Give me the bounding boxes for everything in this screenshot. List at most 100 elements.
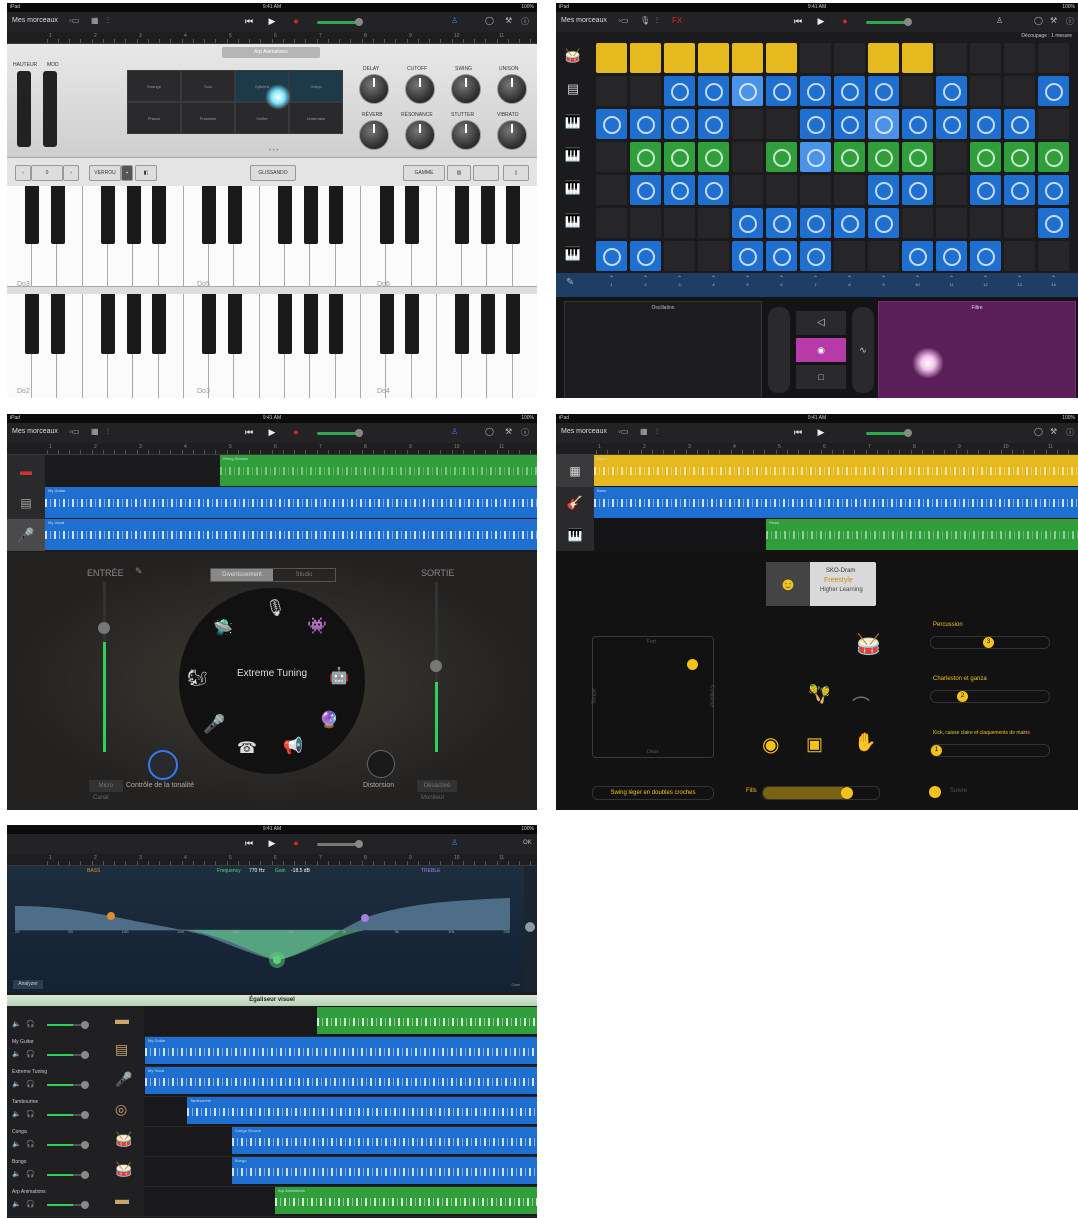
loop-cell[interactable] [664, 43, 695, 73]
mixer-icon[interactable]: ⫶ [656, 16, 658, 26]
black-key[interactable] [455, 186, 470, 244]
column-trigger-button[interactable]: ⌃ 10 [902, 275, 933, 295]
column-trigger-button[interactable]: ⌃ 12 [970, 275, 1001, 295]
loop-cell[interactable] [732, 76, 763, 106]
loop-cell[interactable] [698, 241, 729, 271]
loop-cell[interactable] [936, 208, 967, 238]
master-volume-slider[interactable] [317, 840, 363, 848]
track-volume-slider[interactable] [47, 1081, 89, 1089]
instrument-row-icon[interactable]: 🥁 [562, 48, 584, 68]
fx-slider-left[interactable] [768, 307, 790, 393]
lock-button[interactable]: VERROU [89, 165, 121, 181]
record-button[interactable]: ● [289, 426, 303, 439]
drummer-card[interactable]: ☻ SKO-Dram Freestyle Higher Learning [766, 562, 876, 606]
column-trigger-button[interactable]: ⌃ 13 [1004, 275, 1035, 295]
black-key[interactable] [126, 294, 141, 355]
stop-icon[interactable]: □ [796, 365, 846, 389]
column-trigger-button[interactable]: ⌃ 7 [800, 275, 831, 295]
track-header[interactable]: Conga 🔈 🎧 🥁 [7, 1126, 144, 1156]
track-volume-slider[interactable] [47, 1201, 89, 1209]
track-row[interactable]: 🎤 My Vocal [7, 519, 537, 551]
metronome-icon[interactable]: ♙ [996, 16, 1003, 25]
loop-cell[interactable] [970, 43, 1001, 73]
cymbal-kit-icon[interactable]: ⌒ [852, 692, 870, 718]
column-trigger-button[interactable]: ⌃ 5 [732, 275, 763, 295]
mute-icon[interactable]: 🔈 [12, 1170, 21, 1178]
play-button[interactable]: ▶ [265, 15, 279, 28]
track-volume-slider[interactable] [47, 1021, 89, 1029]
loop-cell[interactable] [936, 76, 967, 106]
loop-cell[interactable] [902, 208, 933, 238]
delay-knob[interactable] [359, 74, 389, 104]
mute-icon[interactable]: 🔈 [12, 1050, 21, 1058]
track-row[interactable]: 🎸 Bass [556, 487, 1078, 519]
instrument-row-icon[interactable]: 🎹 [562, 147, 584, 167]
octave-up-button[interactable]: › [63, 165, 79, 181]
effect-wheel[interactable]: Extreme Tuning 🎙 🛸 👾 🐿 🤖 🔮 ☎ 📢 🎤 [179, 588, 365, 774]
my-songs-button[interactable]: Mes morceaux [561, 428, 607, 435]
track-header[interactable]: My Guitar 🔈 🎧 ▤ [7, 1036, 144, 1066]
master-volume-slider[interactable] [317, 18, 363, 26]
loop-cell[interactable] [596, 208, 627, 238]
headphones-icon[interactable]: 🎧 [26, 1200, 35, 1208]
hihat-slider[interactable]: 2 [930, 690, 1050, 703]
loop-cell[interactable] [1038, 109, 1069, 139]
loop-cell[interactable] [936, 142, 967, 172]
loop-cell[interactable] [1004, 241, 1035, 271]
loop-cell[interactable] [800, 208, 831, 238]
black-key[interactable] [101, 294, 116, 355]
stutter-knob[interactable] [451, 120, 481, 150]
megaphone-effect-icon[interactable]: 📢 [283, 736, 303, 756]
metronome-icon[interactable]: ♙ [451, 16, 458, 25]
loop-cell[interactable] [732, 175, 763, 205]
monitor-button[interactable]: Désactivé [417, 780, 457, 792]
track-volume-slider[interactable] [47, 1051, 89, 1059]
column-trigger-button[interactable]: ⌃ 4 [698, 275, 729, 295]
loop-cell[interactable] [868, 109, 899, 139]
metronome-icon[interactable]: ♙ [451, 427, 458, 436]
telephone-effect-icon[interactable]: ☎ [237, 738, 257, 758]
loop-cell[interactable] [834, 175, 865, 205]
reverb-knob[interactable] [359, 120, 389, 150]
browser-icon[interactable]: ◦▭ [618, 16, 628, 25]
headphones-icon[interactable]: 🎧 [26, 1110, 35, 1118]
record-button[interactable]: ● [838, 15, 852, 28]
settings-wrench-icon[interactable]: ⚒ [505, 16, 512, 25]
instrument-row-icon[interactable]: 🎹 [562, 213, 584, 233]
loop-cell[interactable] [596, 142, 627, 172]
column-trigger-button[interactable]: ⌃ 2 [630, 275, 661, 295]
black-key[interactable] [506, 294, 520, 355]
robot-effect-icon[interactable]: 🤖 [329, 666, 349, 686]
track-row[interactable]: My Guitar 🔈 🎧 ▤ My Guitar [7, 1036, 537, 1067]
black-key[interactable] [278, 294, 293, 355]
instrument-row-icon[interactable]: 🎹 [562, 114, 584, 134]
lock-icon[interactable]: ▪ [121, 165, 133, 181]
eq-graph[interactable]: BASS Frequency 770 Hz Gain -18.5 dB TREB… [7, 866, 524, 992]
instrument-row-icon[interactable]: ▤ [562, 81, 584, 101]
loop-cell[interactable] [1038, 241, 1069, 271]
velocity-icon[interactable]: ▯ [503, 165, 529, 181]
loop-cell[interactable] [698, 109, 729, 139]
mute-icon[interactable]: 🔈 [12, 1110, 21, 1118]
output-gain-slider[interactable] [524, 866, 537, 992]
help-icon[interactable]: ⓘ [521, 427, 529, 438]
loop-cell[interactable] [698, 76, 729, 106]
scale-button[interactable]: GAMME [403, 165, 445, 181]
master-volume-slider[interactable] [866, 429, 912, 437]
help-icon[interactable]: ⓘ [1066, 427, 1074, 438]
loop-cell[interactable] [596, 175, 627, 205]
filter-pad[interactable]: Filtre [878, 301, 1076, 398]
loop-cell[interactable] [766, 142, 797, 172]
mixer-icon[interactable]: ⫶ [107, 16, 109, 26]
selected-mic-effect-icon[interactable]: 🎤 [203, 714, 225, 735]
timeline-ruler[interactable]: 1 2 3 4 5 6 7 8 9 10 11 [7, 32, 537, 44]
column-trigger-button[interactable]: ⌃ 11 [936, 275, 967, 295]
track-row[interactable]: ▤ My Guitar [7, 487, 537, 519]
track-instrument-icon[interactable]: ▤ [115, 1041, 128, 1058]
mod-wheel[interactable] [43, 71, 57, 147]
track-region[interactable]: String Section [220, 455, 537, 486]
loop-cell[interactable] [1038, 208, 1069, 238]
column-trigger-button[interactable]: ⌃ 3 [664, 275, 695, 295]
kick-kit-icon[interactable]: ◉ [762, 732, 779, 757]
loop-cell[interactable] [664, 175, 695, 205]
